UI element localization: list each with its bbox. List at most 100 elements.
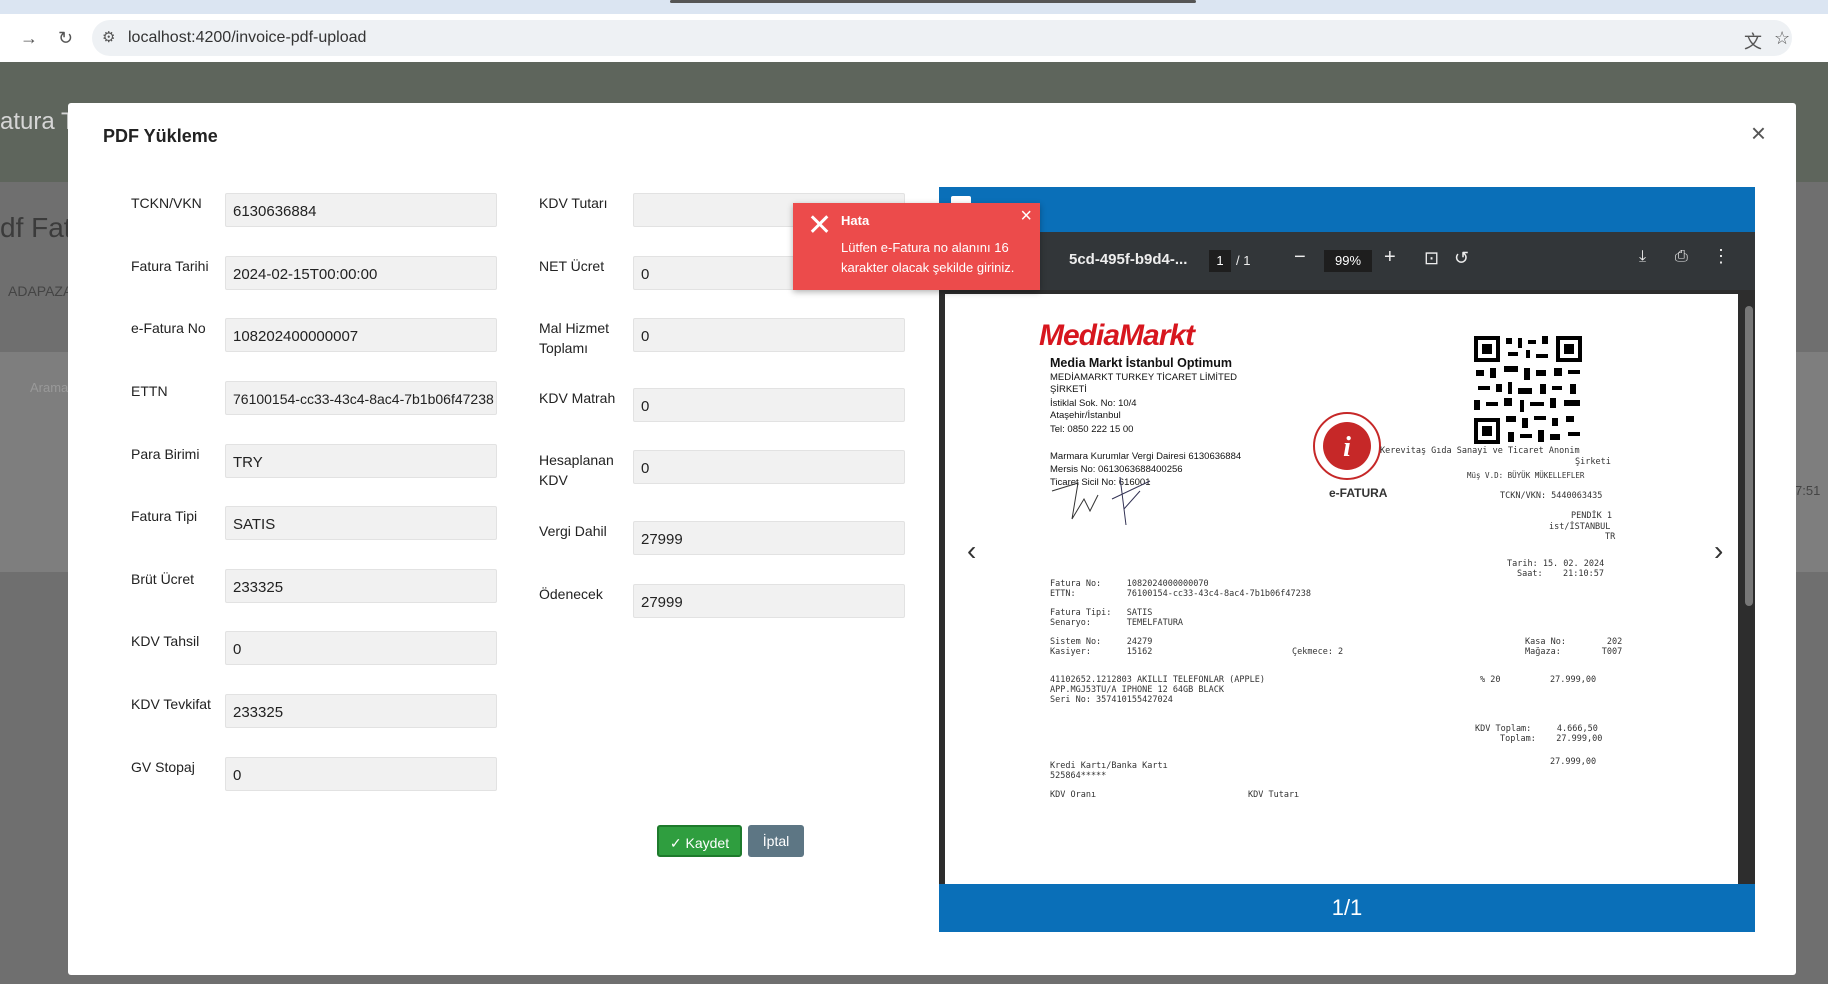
- input-brut-ucret[interactable]: 233325: [225, 569, 497, 603]
- doc-buyer2: Şirketi: [1575, 457, 1611, 467]
- doc-company: MEDİAMARKT TURKEY TİCARET LİMİTED ŞİRKET…: [1050, 372, 1238, 395]
- toast-message: Lütfen e-Fatura no alanını 16 karakter o…: [841, 240, 1015, 275]
- page-total: / 1: [1236, 253, 1251, 268]
- label-para-birimi: Para Birimi: [131, 446, 200, 462]
- doc-item-kdv: % 20: [1480, 675, 1501, 685]
- doc-item-price: 27.999,00: [1550, 675, 1597, 685]
- bg-select: ADAPAZA: [8, 283, 73, 299]
- doc-kasiyer: Kasiyer: 15162: [1050, 647, 1153, 657]
- doc-address1: İstiklal Sok. No: 10/4: [1050, 398, 1137, 409]
- tab-strip: [0, 0, 1828, 14]
- doc-buyer-vkn: TCKN/VKN: 5440063435: [1500, 491, 1603, 501]
- zoom-in-icon[interactable]: +: [1384, 246, 1396, 269]
- pdf-page: MediaMarkt Media Markt İstanbul Optimum …: [945, 294, 1738, 884]
- doc-address2: Ataşehir/İstanbul: [1050, 410, 1121, 421]
- label-kdv-tahsil: KDV Tahsil: [131, 633, 200, 649]
- input-kdv-matrah[interactable]: 0: [633, 388, 905, 422]
- label-odenecek: Ödenecek: [539, 586, 603, 602]
- modal-title: PDF Yükleme: [103, 126, 218, 146]
- input-odenecek[interactable]: 27999: [633, 584, 905, 618]
- input-tckn[interactable]: 6130636884: [225, 193, 497, 227]
- pdf-toolbar: 5cd-495f-b9d4-... 1 / 1 − 99% + ⊡ ↺ ⤓ ⎙ …: [939, 232, 1755, 290]
- doc-toplam: Toplam: 27.999,00: [1500, 734, 1603, 744]
- doc-cekmece: Çekmece: 2: [1292, 647, 1344, 657]
- input-kdv-tevkifat[interactable]: 233325: [225, 694, 497, 728]
- doc-card: 525864*****: [1050, 771, 1107, 781]
- forward-icon[interactable]: →: [20, 24, 38, 52]
- signature-icon: [1051, 476, 1151, 526]
- bg-time: 7:51: [1795, 483, 1821, 498]
- doc-phone: Tel: 0850 222 15 00: [1050, 424, 1134, 435]
- doc-efatura-label: e-FATURA: [1329, 486, 1388, 500]
- svg-text:i: i: [1343, 432, 1351, 463]
- address-bar[interactable]: ⚙ localhost:4200/invoice-pdf-upload 文 ☆: [92, 20, 1792, 56]
- input-ettn[interactable]: 76100154-cc33-43c4-8ac4-7b1b06f47238: [225, 381, 497, 415]
- bg-search: Arama: [30, 380, 69, 395]
- page-number-input[interactable]: 1: [1209, 250, 1231, 272]
- translate-icon[interactable]: 文: [1744, 28, 1762, 54]
- site-info-icon[interactable]: ⚙: [102, 28, 115, 46]
- label-kdv-tutari: KDV Tutarı: [539, 195, 608, 211]
- pdf-scrollbar[interactable]: [1743, 294, 1755, 884]
- print-icon[interactable]: ⎙: [1675, 248, 1688, 266]
- label-gv-stopaj: GV Stopaj: [131, 759, 195, 775]
- input-gv-stopaj[interactable]: 0: [225, 757, 497, 791]
- input-kdv-tahsil[interactable]: 0: [225, 631, 497, 665]
- input-efatura-no[interactable]: 108202400000007: [225, 318, 497, 352]
- error-toast: ✕ Hata Lütfen e-Fatura no alanını 16 kar…: [793, 203, 1040, 290]
- label-fatura-tarihi: Fatura Tarihi: [131, 258, 209, 274]
- label-hesaplanan-kdv: Hesaplanan KDV: [539, 452, 614, 488]
- download-icon[interactable]: ⤓: [1639, 248, 1646, 266]
- zoom-out-icon[interactable]: −: [1294, 246, 1306, 269]
- toast-close-icon[interactable]: ×: [1020, 205, 1032, 228]
- next-page-chevron-icon[interactable]: ›: [1714, 535, 1723, 567]
- more-options-icon[interactable]: ⋮: [1712, 246, 1730, 267]
- label-efatura-no: e-Fatura No: [131, 320, 206, 336]
- label-fatura-tipi: Fatura Tipi: [131, 508, 198, 524]
- input-hesaplanan-kdv[interactable]: 0: [633, 450, 905, 484]
- gib-seal-icon: i: [1313, 412, 1381, 480]
- input-fatura-tarihi[interactable]: 2024-02-15T00:00:00: [225, 256, 497, 290]
- doc-buyer: Kerevitaş Gıda Sanayi ve Ticaret Anonim: [1380, 446, 1580, 456]
- label-kdv-tevkifat: KDV Tevkifat: [131, 696, 211, 712]
- doc-kdv-orani: KDV Oranı: [1050, 790, 1097, 800]
- doc-total2: 27.999,00: [1550, 757, 1597, 767]
- zoom-level-input[interactable]: 99%: [1324, 250, 1372, 272]
- label-tckn: TCKN/VKN: [131, 195, 202, 211]
- doc-buyer-addr1: PENDİK 1: [1571, 511, 1612, 521]
- doc-buyer-addr2: ist/İSTANBUL: [1549, 522, 1611, 532]
- pdf-scroll-thumb[interactable]: [1745, 306, 1753, 606]
- pdf-filename: 5cd-495f-b9d4-...: [1069, 251, 1188, 268]
- page-indicator: 1/1: [939, 884, 1755, 932]
- input-mal-hizmet-toplami[interactable]: 0: [633, 318, 905, 352]
- active-tab-indicator: [670, 0, 1196, 3]
- input-para-birimi[interactable]: TRY: [225, 444, 497, 478]
- mediamarkt-logo: MediaMarkt: [1039, 319, 1195, 352]
- doc-item3: Seri No: 357410155427024: [1050, 695, 1173, 705]
- input-vergi-dahil[interactable]: 27999: [633, 521, 905, 555]
- doc-senaryo: Senaryo: TEMELFATURA: [1050, 618, 1184, 628]
- label-vergi-dahil: Vergi Dahil: [539, 523, 607, 539]
- bg-page-title: atura T: [0, 108, 76, 135]
- bookmark-star-icon[interactable]: ☆: [1774, 28, 1790, 49]
- qr-code-icon: [1472, 334, 1584, 446]
- save-button-label: Kaydet: [685, 835, 730, 851]
- check-icon: ✓: [669, 835, 682, 851]
- doc-kdv-tutari: KDV Tutarı: [1248, 790, 1300, 800]
- reload-icon[interactable]: ↻: [58, 24, 73, 52]
- doc-time: Saat: 21:10:57: [1517, 569, 1604, 579]
- toast-title: Hata: [841, 213, 870, 228]
- prev-page-chevron-icon[interactable]: ‹: [967, 535, 976, 567]
- url-text[interactable]: localhost:4200/invoice-pdf-upload: [128, 29, 366, 47]
- input-fatura-tipi[interactable]: SATIS: [225, 506, 497, 540]
- rotate-icon[interactable]: ↺: [1454, 248, 1469, 269]
- label-ettn: ETTN: [131, 383, 168, 399]
- cancel-button[interactable]: İptal: [748, 825, 804, 857]
- doc-magaza: Mağaza: T007: [1525, 647, 1623, 657]
- modal-close-icon[interactable]: ×: [1751, 118, 1766, 149]
- pdf-viewer: 5cd-495f-b9d4-... 1 / 1 − 99% + ⊡ ↺ ⤓ ⎙ …: [939, 187, 1755, 932]
- label-mal-hizmet-toplami: Mal Hizmet Toplamı: [539, 320, 610, 356]
- fit-page-icon[interactable]: ⊡: [1424, 248, 1439, 269]
- save-button[interactable]: ✓ Kaydet: [657, 825, 742, 857]
- error-x-icon: ✕: [807, 209, 833, 242]
